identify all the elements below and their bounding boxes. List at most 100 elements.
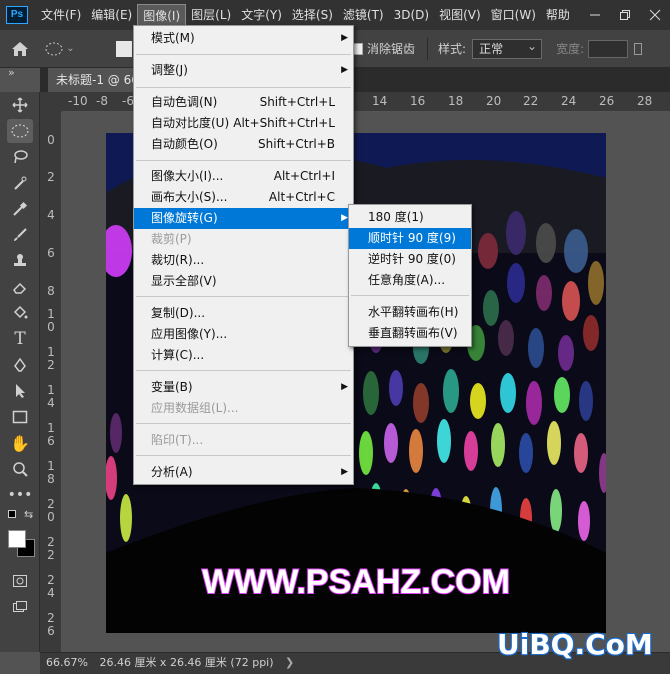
paint-bucket-tool[interactable] (0, 300, 40, 326)
photoshop-logo: Ps (6, 6, 28, 24)
screen-mode-icon[interactable] (0, 594, 40, 620)
more-tools-icon[interactable]: ••• (0, 482, 40, 508)
submenu-arrow-icon: ▶ (341, 213, 348, 223)
type-tool[interactable]: T (0, 326, 40, 352)
menu-item-trap[interactable]: 陷印(T)... (134, 430, 353, 451)
restore-icon[interactable] (610, 0, 640, 30)
stamp-tool[interactable] (0, 248, 40, 274)
submenu-item-rotate-180[interactable]: 180 度(1) (349, 207, 471, 228)
submenu-arrow-icon: ▶ (341, 467, 348, 477)
collapse-toolbar-icon[interactable]: » (8, 66, 15, 79)
menu-separator (136, 423, 351, 424)
menu-item-crop[interactable]: 裁剪(P) (134, 229, 353, 250)
ruler-tick: -10 (68, 94, 88, 108)
ruler-tick: 18 (448, 94, 464, 108)
submenu-item-rotate-90-ccw[interactable]: 逆时针 90 度(0) (349, 249, 471, 270)
menu-separator (136, 54, 351, 55)
rectangle-tool[interactable] (0, 404, 40, 430)
move-tool[interactable] (0, 92, 40, 118)
menu-item-variables[interactable]: 变量(B) ▶ (134, 377, 353, 398)
ruler-tick: 20 (486, 94, 502, 108)
menu-item-canvas-size[interactable]: 画布大小(S)... Alt+Ctrl+C (134, 187, 353, 208)
swap-colors-icon[interactable]: ⇆ (24, 508, 33, 521)
menu-item-trim[interactable]: 裁切(R)... (134, 250, 353, 271)
divider (427, 37, 429, 60)
minimize-icon[interactable] (580, 0, 610, 30)
path-selection-tool[interactable] (0, 378, 40, 404)
eraser-tool[interactable] (0, 274, 40, 300)
brush-tool[interactable] (0, 222, 40, 248)
menu-image[interactable]: 图像(I) (137, 4, 187, 26)
menu-item-label: 自动颜色(O) (151, 137, 218, 151)
menu-item-auto-color[interactable]: 自动颜色(O) Shift+Ctrl+B (134, 134, 353, 155)
eyedropper-tool[interactable] (0, 196, 40, 222)
menu-item-label: 垂直翻转画布(V) (368, 326, 458, 340)
menu-edit[interactable]: 编辑(E) (86, 4, 137, 26)
menu-window[interactable]: 窗口(W) (486, 4, 541, 26)
submenu-item-rotate-90-cw[interactable]: 顺时针 90 度(9) (349, 228, 471, 249)
elliptical-marquee-preset-icon[interactable]: ⌄ (40, 42, 80, 56)
menu-item-duplicate[interactable]: 复制(D)... (134, 303, 353, 324)
status-menu-arrow[interactable]: ❯ (285, 656, 294, 669)
quick-selection-tool[interactable] (0, 170, 40, 196)
lasso-tool[interactable] (0, 144, 40, 170)
zoom-tool[interactable] (0, 456, 40, 482)
elliptical-marquee-tool[interactable] (0, 118, 40, 144)
menu-item-image-rotation[interactable]: 图像旋转(G) ▶ (134, 208, 353, 229)
ruler-tick: 1 4 (47, 383, 55, 410)
menu-view[interactable]: 视图(V) (434, 4, 486, 26)
menu-item-label: 复制(D)... (151, 306, 206, 320)
menu-separator (136, 370, 351, 371)
style-select[interactable]: 正常 (472, 37, 543, 59)
ruler-tick: 1 0 (47, 307, 55, 334)
ruler-tick: 2 2 (47, 535, 55, 562)
submenu-item-flip-vertical[interactable]: 垂直翻转画布(V) (349, 323, 471, 344)
menu-item-apply-data-set[interactable]: 应用数据组(L)... (134, 398, 353, 419)
menu-type[interactable]: 文字(Y) (236, 4, 287, 26)
menu-item-image-size[interactable]: 图像大小(I)... Alt+Ctrl+I (134, 166, 353, 187)
menu-item-reveal-all[interactable]: 显示全部(V) (134, 271, 353, 292)
menu-item-auto-contrast[interactable]: 自动对比度(U) Alt+Shift+Ctrl+L (134, 113, 353, 134)
ruler-tick: 2 (47, 170, 55, 184)
close-icon[interactable] (640, 0, 670, 30)
watermark: UiBQ.CoM (497, 628, 653, 661)
ruler-tick: 2 6 (47, 611, 55, 638)
selection-mode-icon[interactable] (116, 40, 132, 57)
menu-filter[interactable]: 滤镜(T) (338, 4, 389, 26)
zoom-level[interactable]: 66.67% (46, 656, 88, 669)
submenu-arrow-icon: ▶ (341, 65, 348, 75)
menu-item-calculations[interactable]: 计算(C)... (134, 345, 353, 366)
menu-item-label: 自动色调(N) (151, 95, 218, 109)
menu-item-mode[interactable]: 模式(M) ▶ (134, 28, 353, 49)
document-tab[interactable]: 未标题-1 @ 66 (48, 68, 138, 92)
home-icon[interactable] (0, 30, 40, 68)
menu-3d[interactable]: 3D(D) (389, 4, 434, 26)
menu-select[interactable]: 选择(S) (287, 4, 338, 26)
quick-mask-icon[interactable] (0, 568, 40, 594)
menu-file[interactable]: 文件(F) (36, 4, 86, 26)
width-label: 宽度: (556, 42, 585, 56)
menu-item-adjustments[interactable]: 调整(J) ▶ (134, 60, 353, 81)
submenu-item-arbitrary[interactable]: 任意角度(A)... (349, 270, 471, 291)
menu-item-analysis[interactable]: 分析(A) ▶ (134, 462, 353, 483)
swap-icon[interactable] (634, 42, 643, 55)
menu-item-label: 自动对比度(U) (151, 116, 230, 130)
foreground-color[interactable] (8, 530, 26, 548)
pen-tool[interactable] (0, 352, 40, 378)
hand-tool[interactable]: ✋ (0, 430, 40, 456)
menu-layer[interactable]: 图层(L) (186, 4, 236, 26)
menu-help[interactable]: 帮助 (541, 4, 575, 26)
shortcut: Alt+Ctrl+I (273, 169, 335, 183)
menu-item-label: 画布大小(S)... (151, 190, 228, 204)
menu-item-apply-image[interactable]: 应用图像(Y)... (134, 324, 353, 345)
width-input[interactable] (588, 39, 629, 58)
menu-item-label: 图像大小(I)... (151, 169, 224, 183)
submenu-item-flip-horizontal[interactable]: 水平翻转画布(H) (349, 302, 471, 323)
style-label: 样式: (438, 42, 467, 56)
menu-separator (136, 455, 351, 456)
ruler-tick: 2 0 (47, 497, 55, 524)
ruler-tick: 1 6 (47, 421, 55, 448)
default-colors-icon[interactable] (8, 510, 16, 518)
menu-item-auto-tone[interactable]: 自动色调(N) Shift+Ctrl+L (134, 92, 353, 113)
menu-item-label: 顺时针 90 度(9) (368, 231, 456, 245)
